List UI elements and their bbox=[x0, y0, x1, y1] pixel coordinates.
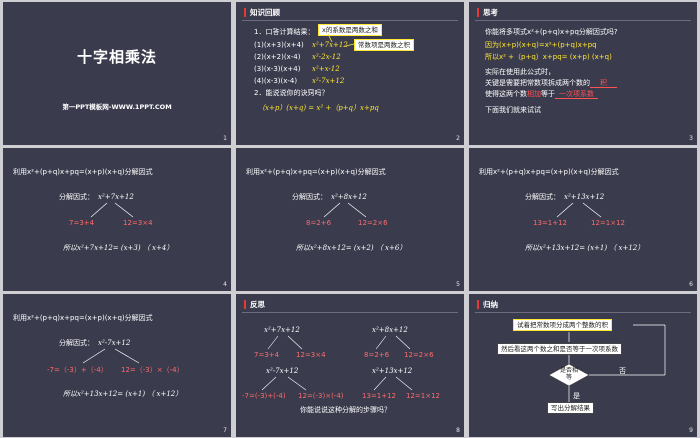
split-arrows bbox=[556, 202, 602, 218]
callout-lines bbox=[327, 33, 355, 47]
reflect-expr-1: x²+7x+12 bbox=[264, 326, 300, 334]
sum-split: 13=1+12 bbox=[533, 219, 567, 227]
formula: （x+p）(x+q) = x² +（p+q）x+pq bbox=[258, 104, 379, 112]
reflect-left-1: 7=3+4 bbox=[254, 351, 280, 359]
slide-thumbnail-2[interactable]: 知识回顾 1．口答计算结果： x的系数是两数之和 (1)(x+3)(x+4) (… bbox=[236, 2, 464, 145]
reflect-expr-3: x²-7x+12 bbox=[266, 367, 299, 375]
para-3: 使得这两个数相加等于 一次项系数 bbox=[485, 90, 598, 99]
slide-number: 8 bbox=[456, 426, 460, 434]
flow-step-split-constant: 试着把常数项分成两个整数的积 bbox=[513, 319, 612, 332]
slide-title: 十字相乘法 bbox=[76, 48, 157, 66]
sum-split: 7=3+4 bbox=[69, 219, 95, 227]
slide-number: 4 bbox=[223, 280, 227, 288]
reflect-right-1: 12=3×4 bbox=[296, 351, 326, 359]
reflect-expr-4: x²+13x+12 bbox=[372, 367, 413, 375]
slide-thumbnail-7[interactable]: 利用x²+(p+q)x+pq=(x+p)(x+q)分解因式 分解因式： x²-7… bbox=[3, 294, 231, 437]
split-arrows bbox=[261, 335, 413, 391]
reflect-right-4: 12=1×12 bbox=[406, 392, 440, 400]
product-split: 12=2×6 bbox=[358, 219, 388, 227]
slide-header: 思考 bbox=[477, 8, 498, 18]
slide-number: 2 bbox=[456, 134, 460, 142]
flow-yes-label: 是 bbox=[573, 392, 580, 400]
factor-result: 所以x²+7x+12= (x+3) （ x+4） bbox=[63, 244, 174, 252]
sum-split: 8=2+6 bbox=[306, 219, 332, 227]
flow-step-check-sum: 然后看这两个数之和是否等于一次项系数 bbox=[497, 343, 622, 356]
header-label: 思考 bbox=[483, 8, 498, 17]
para-2: 关键是需要把常数项拆成两个数的积 bbox=[485, 79, 617, 88]
flowchart-connectors bbox=[548, 324, 666, 402]
slide-number: 7 bbox=[223, 426, 227, 434]
reflect-expr-2: x²+8x+12 bbox=[372, 326, 408, 334]
slide-thumbnail-6[interactable]: 利用x²+(p+q)x+pq=(x+p)(x+q)分解因式 分解因式： x²+1… bbox=[469, 148, 697, 291]
sum-split: -7=（-3）+（-4） bbox=[47, 366, 108, 374]
flow-no-label: 否 bbox=[619, 367, 626, 375]
split-arrows bbox=[323, 202, 367, 218]
para-3-text-a: 使得这两个数 bbox=[485, 90, 527, 98]
question-text: 你能将多项式x²+(p+q)x+pq分解因式吗? bbox=[485, 28, 618, 36]
reflect-left-3: -7=(-3)+(-4) bbox=[242, 392, 286, 400]
header-accent-bar bbox=[477, 8, 479, 18]
blank-sum: 相加 bbox=[527, 90, 541, 98]
slide-thumbnail-4[interactable]: 利用x²+(p+q)x+pq=(x+p)(x+q)分解因式 分解因式： x²+7… bbox=[3, 148, 231, 291]
split-arrows bbox=[90, 202, 134, 218]
flow-decision-label: 是否相等 bbox=[559, 367, 578, 381]
blank-product: 积 bbox=[590, 79, 617, 88]
slide-number: 5 bbox=[456, 280, 460, 288]
factor-result: 所以x²+13x+12= (x+1) （ x+12） bbox=[525, 244, 645, 252]
slide-number: 3 bbox=[689, 134, 693, 142]
slide-thumbnail-1[interactable]: 十字相乘法 第一PPT模板网-WWW.1PPT.COM 1 bbox=[3, 2, 231, 145]
reflect-left-4: 13=1+12 bbox=[362, 392, 396, 400]
slide-number: 1 bbox=[223, 134, 227, 142]
slide-thumbnail-9[interactable]: 归纳 试着把常数项分成两个整数的积 然后看这两个数之和是否等于一次项系数 是否相… bbox=[469, 294, 697, 437]
flow-step-write-result: 写出分解结果 bbox=[547, 402, 594, 415]
header-divider bbox=[475, 20, 691, 21]
slide-thumbnail-3[interactable]: 思考 你能将多项式x²+(p+q)x+pq分解因式吗? 因为(x+p)(x+q)… bbox=[469, 2, 697, 145]
factor-result: 所以x²+8x+12= (x+2) （ x+6） bbox=[296, 244, 407, 252]
reflect-right-3: 12=(-3)×(-4) bbox=[298, 392, 344, 400]
slide-subtitle: 第一PPT模板网-WWW.1PPT.COM bbox=[62, 103, 172, 111]
reflect-question: 你能说说这种分解的步骤吗？ bbox=[300, 406, 391, 414]
slide-thumbnail-5[interactable]: 利用x²+(p+q)x+pq=(x+p)(x+q)分解因式 分解因式： x²+8… bbox=[236, 148, 464, 291]
para-3-text-c: 等于 bbox=[541, 90, 555, 98]
para-1: 实际在使用此公式时， bbox=[485, 68, 555, 76]
factor-result: 所以x²+13x+12= (x+1) （ x+12） bbox=[63, 390, 183, 398]
reflect-right-2: 12=2×6 bbox=[404, 351, 434, 359]
slide-thumbnail-8[interactable]: 反思 x²+7x+12 x²+8x+12 7=3+4 12=3×4 8=2+6 … bbox=[236, 294, 464, 437]
item2-label: 2．能说说你的诀窍吗？ bbox=[254, 89, 329, 97]
because-text: 因为(x+p)(x+q)=x²+(p+q)x+pq bbox=[485, 41, 597, 49]
para-2-text: 关键是需要把常数项拆成两个数的 bbox=[485, 79, 590, 87]
product-split: 12=（-3）×（-4） bbox=[121, 366, 184, 374]
slide-number: 9 bbox=[689, 426, 693, 434]
so-text: 所以x² +（p+q）x+pq= (x+p) (x+q) bbox=[485, 53, 612, 61]
product-split: 12=3×4 bbox=[123, 219, 153, 227]
blank-coefficient: 一次项系数 bbox=[555, 90, 598, 99]
split-arrows bbox=[82, 348, 140, 364]
reflect-left-2: 8=2+6 bbox=[364, 351, 390, 359]
slide-number: 6 bbox=[689, 280, 693, 288]
para-4: 下面我们就来试试 bbox=[485, 106, 541, 114]
product-split: 12=1×12 bbox=[591, 219, 625, 227]
